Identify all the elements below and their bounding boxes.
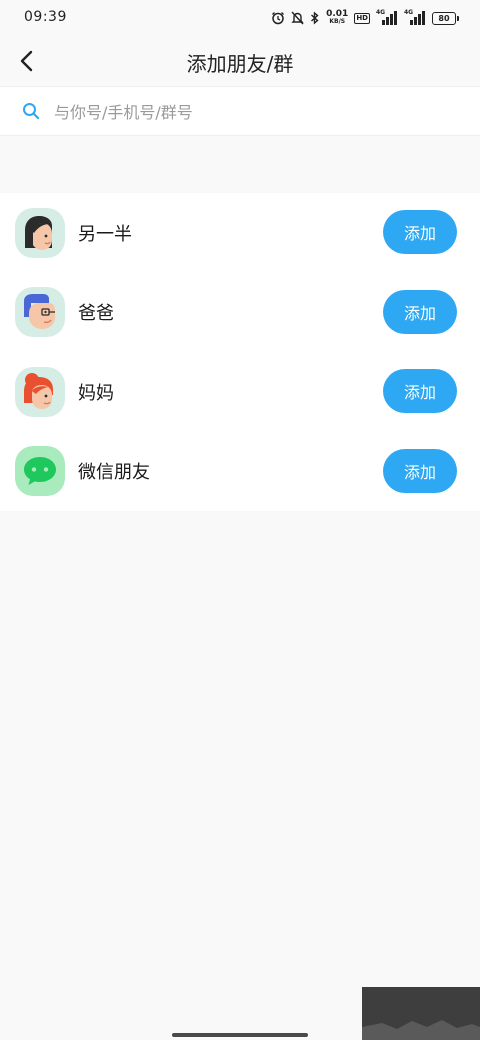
battery-icon: 80 xyxy=(432,11,459,25)
list-item: 另一半 添加 xyxy=(0,193,480,273)
nav-bar: 添加朋友/群 xyxy=(0,36,480,86)
signal-icon: 4G xyxy=(404,9,426,25)
net-speed-value: 0.01 xyxy=(326,9,349,19)
signal-label: 4G xyxy=(376,9,386,16)
add-button[interactable]: 添加 xyxy=(383,210,457,254)
add-button[interactable]: 添加 xyxy=(383,369,457,413)
search-input[interactable]: 与你号/手机号/群号 xyxy=(0,86,480,136)
signal-label: 4G xyxy=(404,9,414,16)
list-item: 妈妈 添加 xyxy=(0,352,480,432)
battery-level: 80 xyxy=(438,13,450,23)
search-placeholder: 与你号/手机号/群号 xyxy=(54,103,193,122)
net-speed-unit: KB/S xyxy=(329,18,346,25)
avatar-mom-icon xyxy=(15,366,65,417)
page-title: 添加朋友/群 xyxy=(186,52,294,76)
contact-label: 妈妈 xyxy=(78,382,114,404)
contact-label: 另一半 xyxy=(78,223,132,245)
wechat-icon xyxy=(15,446,65,497)
net-speed: 0.01 KB/S xyxy=(326,10,348,26)
add-button[interactable]: 添加 xyxy=(383,289,457,334)
status-icons: 0.01 KB/S HD 4G 4G 80 xyxy=(271,8,459,28)
hd-icon: HD xyxy=(354,12,370,24)
add-button[interactable]: 添加 xyxy=(383,448,457,493)
list-item: 微信朋友 添加 xyxy=(0,432,480,512)
avatar-dad-icon xyxy=(15,287,65,338)
contact-label: 爸爸 xyxy=(78,303,114,325)
alarm-icon xyxy=(271,9,285,27)
signal-icon: 4G xyxy=(376,9,398,25)
search-icon xyxy=(20,100,42,122)
floating-thumbnail[interactable] xyxy=(362,987,480,1040)
home-indicator[interactable] xyxy=(172,1033,308,1037)
contact-list: 另一半 添加 爸爸 添加 妈妈 添加 微信朋友 添加 xyxy=(0,193,480,511)
avatar-partner-icon xyxy=(15,207,65,258)
contact-label: 微信朋友 xyxy=(78,462,150,484)
mute-icon xyxy=(291,9,304,27)
status-time: 09:39 xyxy=(24,9,67,25)
bluetooth-icon xyxy=(310,9,320,27)
status-bar: 09:39 0.01 KB/S HD 4G 4G 80 xyxy=(0,0,480,36)
list-item: 爸爸 添加 xyxy=(0,273,480,353)
